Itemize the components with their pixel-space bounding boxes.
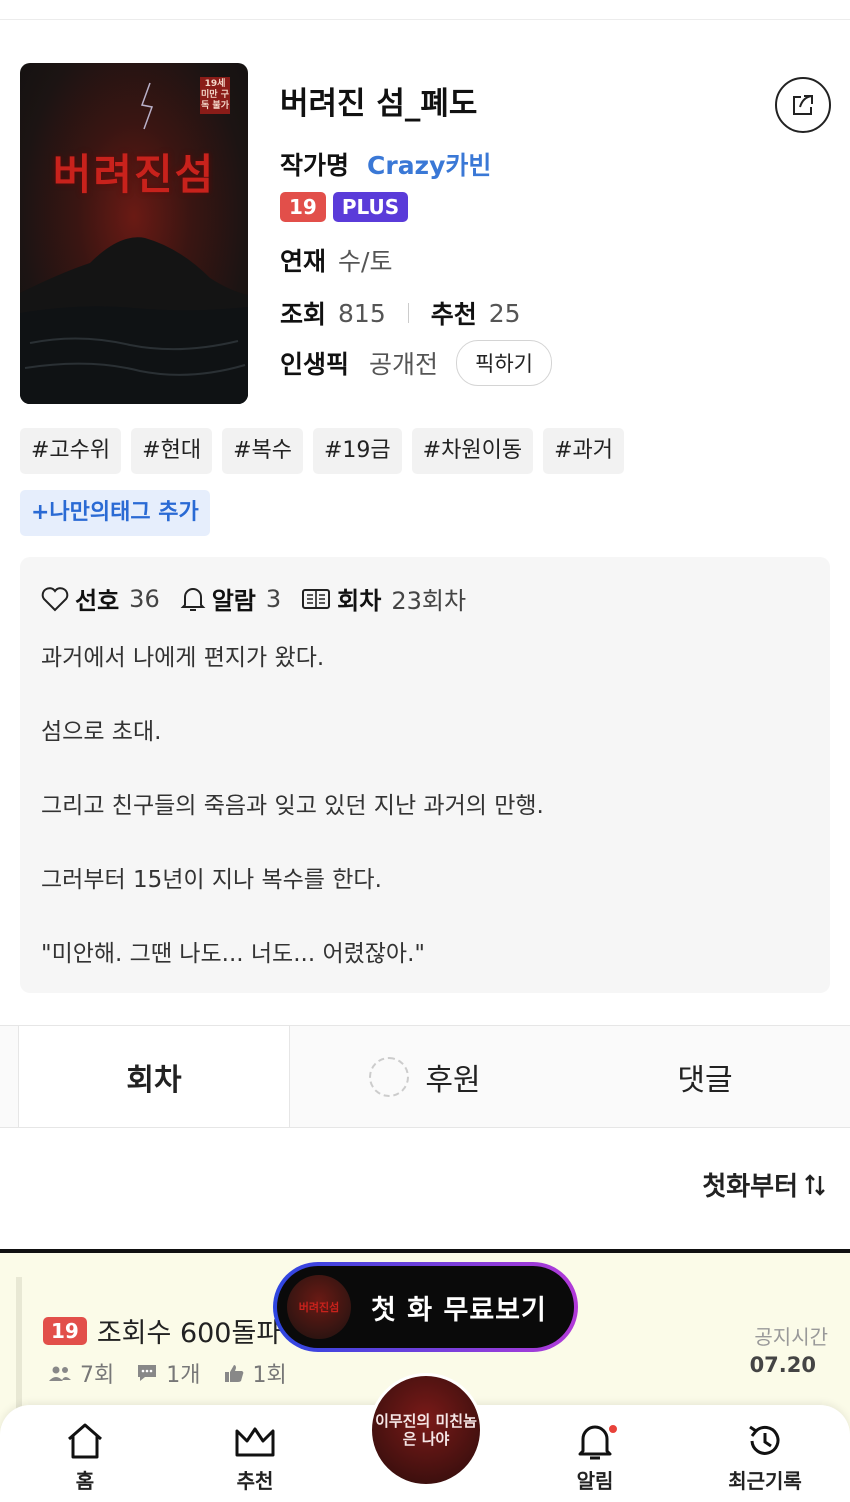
free-button-inner: 버려진섬 첫 화 무료보기 bbox=[277, 1266, 574, 1348]
notice-title: 조회수 600돌파 bbox=[96, 1318, 282, 1349]
divider bbox=[407, 303, 409, 323]
tag-item[interactable]: #차원이동 bbox=[411, 428, 534, 474]
tag-item[interactable]: #과거 bbox=[543, 428, 624, 474]
notice-views: 7회 bbox=[48, 1357, 114, 1389]
views-value: 815 bbox=[338, 298, 386, 328]
history-clock-icon bbox=[749, 1425, 780, 1455]
episode-count: 회차 23회차 bbox=[301, 581, 466, 616]
nav-recent-label: 최근기록 bbox=[728, 1469, 802, 1493]
views-row: 조회 815 추천 25 bbox=[280, 295, 521, 331]
novel-title: 버려진 섬_폐도 bbox=[280, 86, 478, 122]
notice-meta: 7회 1개 1회 bbox=[48, 1357, 309, 1389]
top-divider bbox=[0, 19, 850, 20]
synopsis-text: 과거에서 나에게 편지가 왔다. 섬으로 초대. 그리고 친구들의 죽음과 잊고… bbox=[41, 643, 544, 1013]
notice-time-label: 공지시간 bbox=[754, 1325, 828, 1349]
featured-novel-button[interactable]: 이무진의 미친놈은 나야 bbox=[369, 1373, 483, 1487]
synopsis-box: 선호 36 알람 3 회차 23회차 과거에서 나에게 편지가 왔다. 섬으로 … bbox=[20, 557, 830, 993]
alarm-label: 알람 bbox=[211, 587, 256, 615]
nav-recent[interactable]: 최근기록 bbox=[705, 1421, 825, 1494]
notice-title-row: 19 조회수 600돌파 bbox=[43, 1311, 281, 1350]
lifepick-value: 공개전 bbox=[369, 350, 439, 379]
lifepick-row: 인생픽 공개전 픽하기 bbox=[280, 340, 552, 386]
schedule-row: 연재 수/토 bbox=[280, 242, 392, 278]
nav-recommend[interactable]: 추천 bbox=[195, 1421, 315, 1494]
notice-comments: 1개 bbox=[136, 1357, 201, 1389]
nav-alarm[interactable]: 알림 bbox=[535, 1421, 655, 1494]
tag-item[interactable]: #현대 bbox=[131, 428, 213, 474]
episode-value: 23회차 bbox=[391, 587, 467, 615]
comment-icon bbox=[136, 1363, 158, 1383]
synopsis-line: 과거에서 나에게 편지가 왔다. bbox=[41, 645, 325, 671]
pick-button[interactable]: 픽하기 bbox=[456, 340, 552, 386]
schedule-value: 수/토 bbox=[338, 247, 393, 276]
nav-home-label: 홈 bbox=[75, 1469, 95, 1493]
alarm-value: 3 bbox=[265, 584, 282, 613]
nav-recommend-label: 추천 bbox=[236, 1469, 274, 1493]
favorite-button[interactable]: 선호 36 bbox=[41, 581, 160, 616]
cover-image[interactable]: 19세 미만 구독 불가 버려진섬 무명 bbox=[20, 63, 248, 404]
recommend-label: 추천 bbox=[430, 300, 477, 329]
schedule-label: 연재 bbox=[280, 247, 327, 276]
share-icon bbox=[793, 95, 813, 115]
bell-icon bbox=[180, 587, 206, 611]
cover-title: 버려진섬 bbox=[52, 150, 216, 199]
thumbs-up-icon bbox=[223, 1363, 245, 1383]
author-label: 작가명 bbox=[280, 151, 350, 180]
notice-comments-value: 1개 bbox=[166, 1363, 201, 1388]
notice-likes: 1회 bbox=[223, 1357, 287, 1389]
add-tag-button[interactable]: +나만의태그 추가 bbox=[20, 490, 210, 536]
nav-alarm-label: 알림 bbox=[576, 1469, 614, 1493]
author-row: 작가명 Crazy카빈 bbox=[280, 146, 491, 182]
views-label: 조회 bbox=[280, 300, 327, 329]
lifepick-label: 인생픽 bbox=[280, 350, 350, 379]
sort-button[interactable]: 첫화부터 bbox=[702, 1166, 828, 1203]
free-button-thumbnail: 버려진섬 bbox=[287, 1275, 351, 1339]
cover-age-notice: 19세 미만 구독 불가 bbox=[200, 77, 230, 114]
notice-likes-value: 1회 bbox=[252, 1363, 287, 1388]
episode-label: 회차 bbox=[337, 587, 382, 615]
home-icon bbox=[68, 1423, 102, 1459]
tab-episodes[interactable]: 회차 bbox=[18, 1026, 290, 1127]
people-icon bbox=[48, 1364, 72, 1382]
crown-icon bbox=[235, 1427, 275, 1457]
badge-row: 19 PLUS bbox=[280, 192, 409, 222]
author-link[interactable]: Crazy카빈 bbox=[367, 146, 491, 182]
free-button-label: 첫 화 무료보기 bbox=[371, 1294, 547, 1326]
synopsis-line: 섬으로 초대. bbox=[41, 719, 162, 745]
sort-label: 첫화부터 bbox=[702, 1172, 798, 1202]
tag-item[interactable]: #19금 bbox=[313, 428, 402, 474]
sort-arrows-icon bbox=[805, 1173, 825, 1196]
plus-badge: PLUS bbox=[332, 192, 409, 222]
tag-list: #고수위 #현대 #복수 #19금 #차원이동 #과거 bbox=[20, 428, 624, 474]
new-notification-dot bbox=[607, 1423, 619, 1435]
tab-comments[interactable]: 댓글 bbox=[560, 1026, 850, 1127]
free-first-episode-button[interactable]: 버려진섬 첫 화 무료보기 bbox=[273, 1262, 578, 1352]
notice-date: 07.20 bbox=[749, 1353, 816, 1377]
loading-circle-icon bbox=[369, 1056, 410, 1097]
book-icon bbox=[302, 588, 331, 609]
content-tabs: 회차 후원 댓글 bbox=[0, 1025, 850, 1128]
nav-home[interactable]: 홈 bbox=[25, 1421, 145, 1494]
tab-support[interactable]: 후원 bbox=[290, 1026, 560, 1127]
favorite-label: 선호 bbox=[75, 587, 120, 615]
tag-item[interactable]: #고수위 bbox=[20, 428, 122, 474]
tag-item[interactable]: #복수 bbox=[222, 428, 303, 474]
heart-icon bbox=[41, 586, 69, 611]
age-badge: 19 bbox=[280, 192, 326, 222]
favorite-value: 36 bbox=[129, 584, 160, 613]
tab-support-label: 후원 bbox=[425, 1062, 481, 1098]
share-button[interactable] bbox=[775, 77, 831, 133]
recommend-value: 25 bbox=[488, 298, 521, 328]
synopsis-line: "미안해. 그땐 나도... 너도... 어렸잖아." bbox=[41, 941, 425, 967]
stats-row: 선호 36 알람 3 회차 23회차 bbox=[41, 581, 486, 616]
age-badge: 19 bbox=[43, 1316, 87, 1345]
notice-views-value: 7회 bbox=[80, 1363, 115, 1388]
alarm-button[interactable]: 알람 3 bbox=[180, 581, 281, 616]
synopsis-line: 그러부터 15년이 지나 복수를 한다. bbox=[41, 867, 382, 893]
synopsis-line: 그리고 친구들의 죽음과 잊고 있던 지난 과거의 만행. bbox=[41, 793, 544, 819]
